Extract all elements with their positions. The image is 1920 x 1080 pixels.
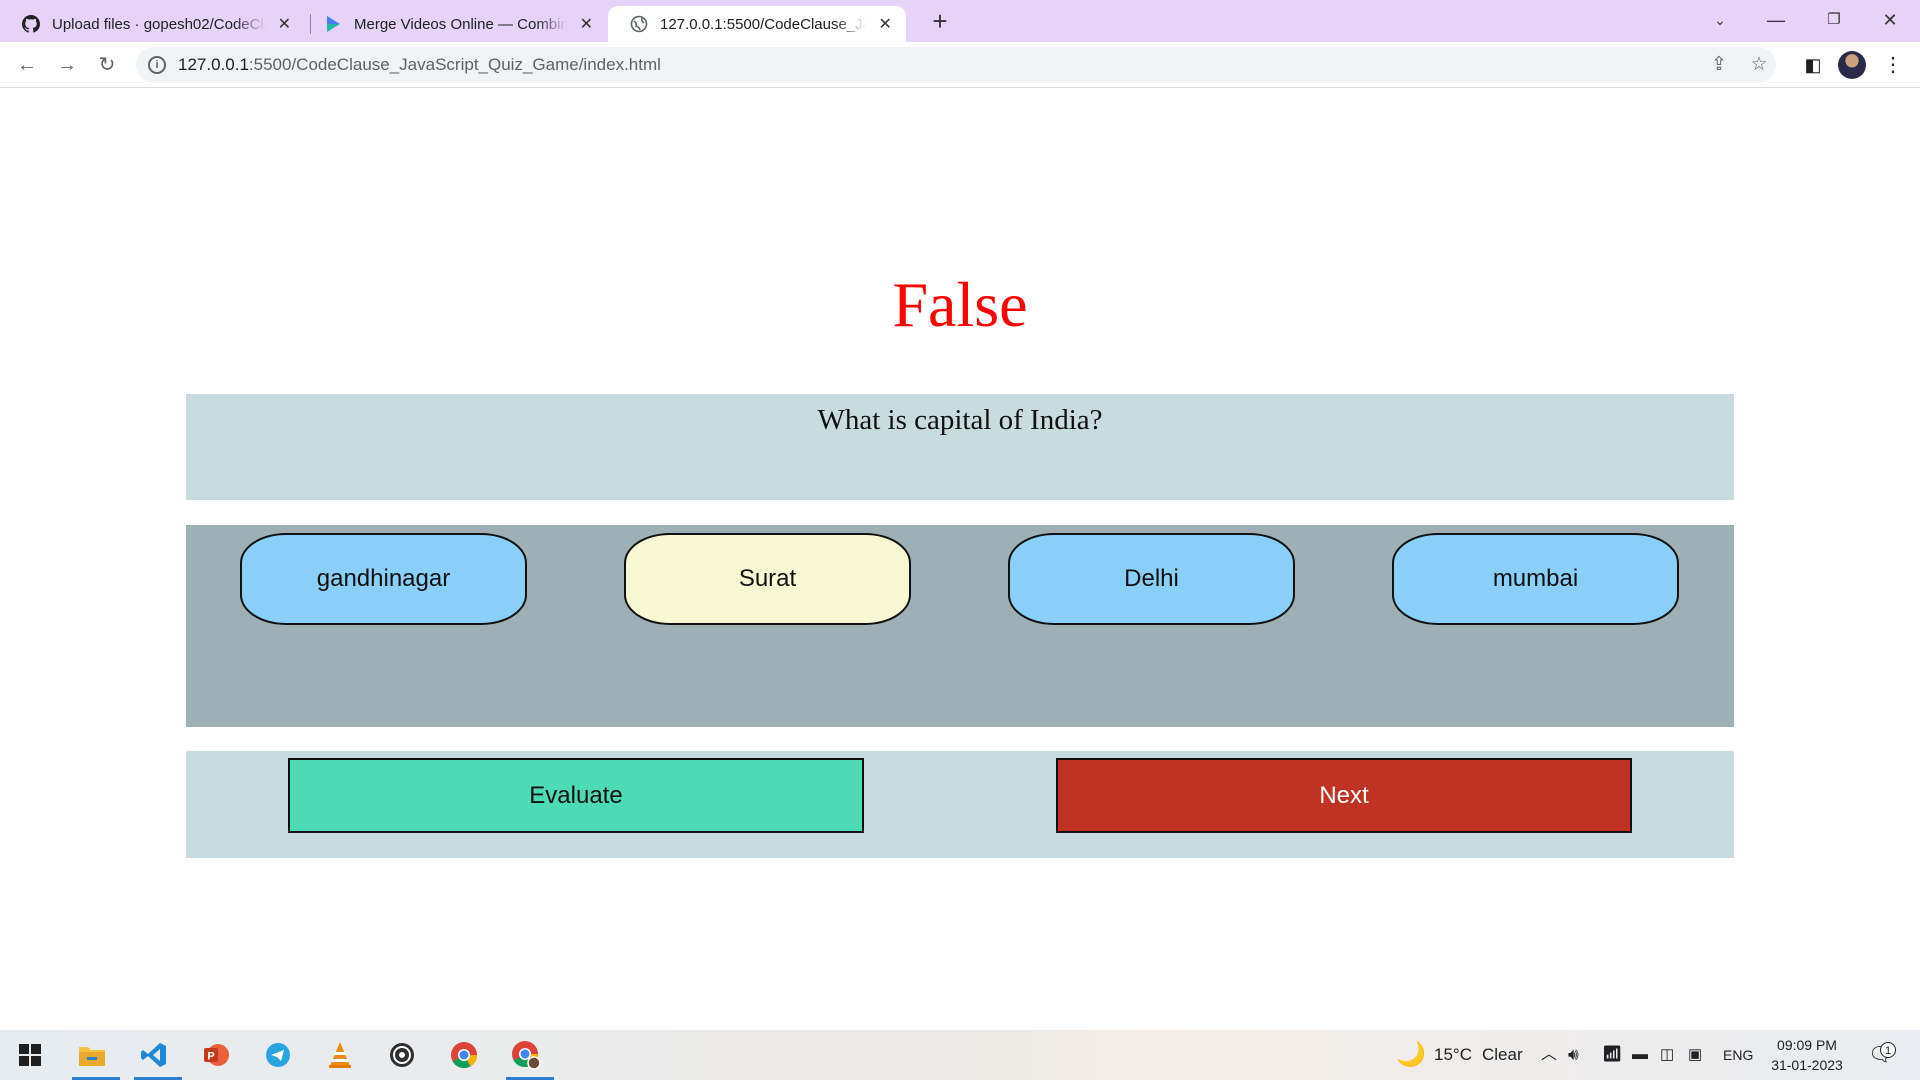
address-bar[interactable]: i 127.0.0.1:5500/CodeClause_JavaScript_Q… [136, 47, 1776, 83]
tab-search-icon[interactable]: ⌄ [1692, 0, 1748, 40]
result-heading: False [892, 269, 1028, 340]
bookmark-star-icon[interactable]: ☆ [1748, 54, 1770, 76]
next-button[interactable]: Next [1056, 758, 1632, 833]
tab-title: Merge Videos Online — Combine [354, 15, 568, 33]
github-icon [22, 15, 40, 33]
obs-icon[interactable] [382, 1036, 422, 1074]
play-icon [324, 15, 342, 33]
forward-icon[interactable]: → [52, 50, 82, 80]
question-text: What is capital of India? [817, 404, 1103, 436]
globe-icon [630, 15, 648, 33]
side-panel-icon[interactable]: ◧ [1798, 50, 1828, 80]
close-icon[interactable]: ✕ [876, 14, 894, 34]
tab-github[interactable]: Upload files · gopesh02/CodeClause ✕ [0, 6, 305, 42]
tab-title: 127.0.0.1:5500/CodeClause_JavaScript [660, 15, 866, 33]
vscode-icon[interactable] [134, 1036, 182, 1080]
tab-merge-videos[interactable]: Merge Videos Online — Combine ✕ [302, 6, 607, 42]
close-icon[interactable]: ✕ [276, 14, 293, 34]
notification-count-badge: 1 [1880, 1042, 1896, 1058]
screen-icon[interactable]: ▣ [1688, 1030, 1702, 1080]
options-panel: gandhinagar Surat Delhi mumbai [186, 525, 1734, 727]
chrome-profile-icon[interactable] [506, 1036, 554, 1080]
site-info-icon[interactable]: i [148, 56, 166, 74]
actions-panel: Evaluate Next [186, 751, 1734, 858]
option-button[interactable]: mumbai [1392, 533, 1679, 625]
tab-title: Upload files · gopesh02/CodeClause [52, 15, 266, 33]
tab-quiz-game[interactable]: 127.0.0.1:5500/CodeClause_JavaScript ✕ [608, 6, 906, 42]
question-box: What is capital of India? [186, 394, 1734, 500]
profile-avatar[interactable] [1838, 51, 1866, 79]
reload-icon[interactable]: ↻ [92, 50, 122, 80]
chrome-icon[interactable] [444, 1036, 484, 1074]
back-icon[interactable]: ← [12, 50, 42, 80]
clock-time: 09:09 PM [1777, 1037, 1837, 1053]
share-icon[interactable]: ⇪ [1708, 54, 1730, 76]
file-explorer-icon[interactable] [72, 1036, 120, 1080]
close-window-icon[interactable]: ✕ [1862, 0, 1918, 40]
evaluate-button[interactable]: Evaluate [288, 758, 864, 833]
option-button-selected[interactable]: Surat [624, 533, 911, 625]
telegram-icon[interactable] [258, 1036, 298, 1074]
new-tab-button[interactable]: + [924, 6, 956, 38]
wifi-icon[interactable]: 📶︎ [1602, 1030, 1622, 1080]
option-button[interactable]: gandhinagar [240, 533, 527, 625]
close-icon[interactable]: ✕ [578, 14, 595, 34]
language-indicator[interactable]: ENG [1723, 1030, 1753, 1080]
windows-start-icon[interactable] [10, 1036, 50, 1074]
tab-strip: Upload files · gopesh02/CodeClause ✕ Mer… [0, 0, 1920, 42]
weather-temp[interactable]: 15°C [1434, 1030, 1472, 1080]
battery-icon[interactable]: ▬ [1632, 1030, 1648, 1080]
minimize-icon[interactable]: — [1748, 0, 1804, 40]
weather-text[interactable]: Clear [1482, 1030, 1523, 1080]
option-button[interactable]: Delhi [1008, 533, 1295, 625]
restore-icon[interactable]: ❐ [1806, 0, 1862, 40]
taskbar: P 🌙 15°C Clear ︿ 🔊︎ 📶︎ ▬ ◫ ▣ ENG 09:09 P… [0, 1030, 1920, 1080]
browser-toolbar: ← → ↻ i 127.0.0.1:5500/CodeClause_JavaSc… [0, 42, 1920, 88]
moon-weather-icon: 🌙 [1396, 1041, 1426, 1068]
clock-date: 31-01-2023 [1771, 1057, 1843, 1073]
speaker-icon[interactable]: 🔊︎ [1568, 1030, 1579, 1080]
camera-icon[interactable]: ◫ [1660, 1030, 1674, 1080]
svg-text:P: P [207, 1051, 214, 1063]
menu-icon[interactable]: ⋮ [1878, 50, 1908, 80]
clock[interactable]: 09:09 PM 31-01-2023 [1762, 1035, 1852, 1075]
powerpoint-icon[interactable]: P [196, 1036, 236, 1074]
vlc-icon[interactable] [320, 1036, 360, 1074]
chevron-up-icon[interactable]: ︿ [1541, 1030, 1557, 1080]
page-content: False What is capital of India? gandhina… [0, 88, 1920, 1030]
url-text: 127.0.0.1:5500/CodeClause_JavaScript_Qui… [178, 55, 661, 74]
